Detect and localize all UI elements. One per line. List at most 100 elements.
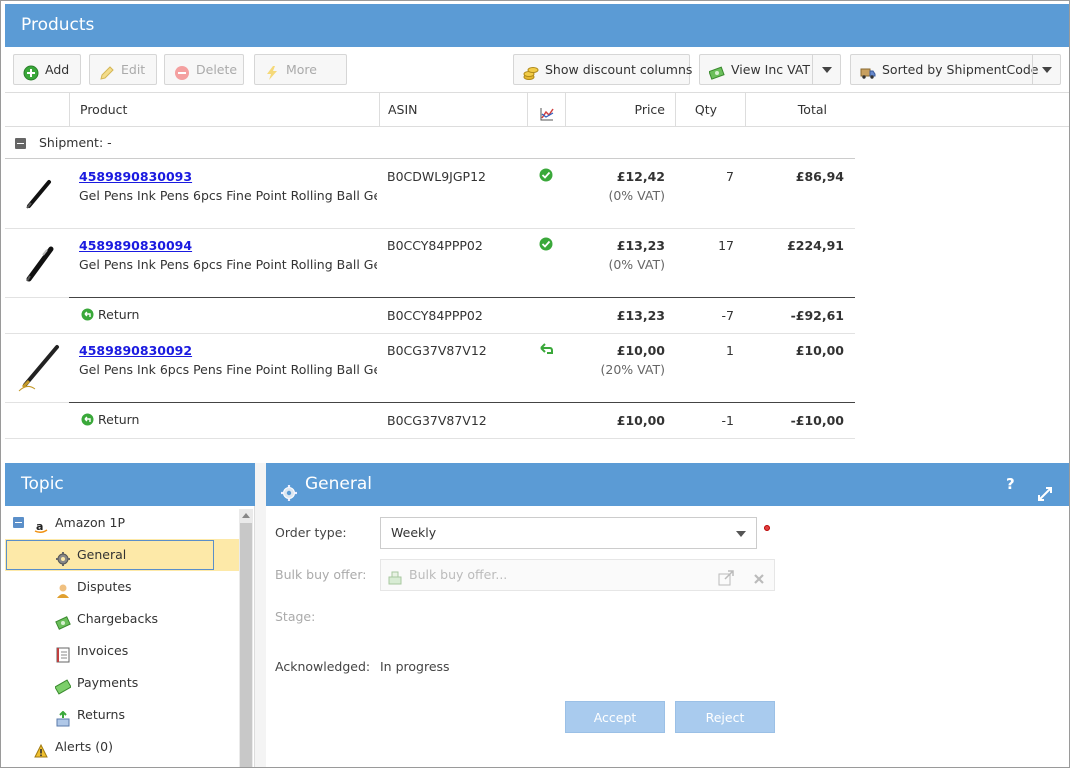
order-type-label: Order type:	[275, 525, 347, 540]
pencil-icon	[99, 62, 115, 80]
edit-button[interactable]: Edit	[89, 54, 157, 85]
banknote-icon	[54, 675, 72, 695]
clear-icon[interactable]	[752, 567, 766, 584]
coins-icon	[523, 62, 539, 80]
lightning-icon	[264, 62, 280, 80]
qty-value: -7	[721, 308, 734, 323]
returns-icon	[55, 707, 71, 727]
products-toolbar: Add Edit Delete More Show discount colum…	[5, 47, 1069, 93]
asin-value: B0CDWL9JGP12	[387, 169, 486, 184]
invoice-icon	[55, 643, 71, 663]
view-vat-button[interactable]: View Inc VAT	[699, 54, 841, 85]
qty-value: 1	[726, 343, 734, 358]
order-type-value: Weekly	[391, 525, 437, 540]
return-label: Return	[98, 412, 140, 427]
general-title: General	[305, 474, 372, 494]
order-type-select[interactable]: Weekly	[380, 517, 757, 549]
column-price[interactable]: Price	[565, 93, 675, 127]
products-table: Product ASIN Price Qty Total Shipment: -…	[5, 93, 1069, 439]
accept-button[interactable]: Accept	[565, 701, 665, 733]
product-code-link[interactable]: 4589890830094	[79, 238, 192, 253]
product-description: Gel Pens Ink Pens 6pcs Fine Point Rollin…	[79, 188, 377, 203]
table-header: Product ASIN Price Qty Total	[5, 93, 1069, 127]
open-external-icon[interactable]	[718, 567, 734, 586]
return-status-icon	[539, 342, 553, 359]
return-row[interactable]: Return B0CCY84PPP02 £13,23 -7 -£92,61	[5, 297, 855, 334]
product-description: Gel Pens Ink Pens 6pcs Fine Point Rollin…	[79, 257, 377, 272]
more-label: More	[286, 62, 317, 77]
chart-icon	[539, 101, 555, 121]
show-discount-columns-button[interactable]: Show discount columns	[513, 54, 693, 85]
add-button[interactable]: Add	[13, 54, 81, 85]
table-row[interactable]: 4589890830092 Gel Pens Ink 6pcs Pens Fin…	[5, 334, 855, 403]
total-value: £86,94	[795, 169, 844, 184]
show-discount-label: Show discount columns	[545, 62, 693, 77]
total-value: -£10,00	[790, 413, 844, 428]
tree-item-label: General	[77, 547, 127, 562]
tree-item-chargebacks[interactable]: Chargebacks	[55, 603, 235, 635]
qty-value: 7	[726, 169, 734, 184]
topic-panel-header: Topic	[5, 463, 255, 506]
collapse-node-icon[interactable]	[13, 517, 24, 528]
general-panel-header: General ?	[266, 463, 1069, 506]
expand-icon[interactable]	[1037, 476, 1053, 501]
money-icon	[708, 62, 725, 80]
sort-button[interactable]: Sorted by ShipmentCode	[850, 54, 1061, 85]
panel-splitter[interactable]	[255, 463, 266, 767]
tree-item-label: Chargebacks	[77, 611, 159, 626]
scroll-up-icon[interactable]	[242, 513, 250, 518]
tree-item-label: Disputes	[77, 579, 132, 594]
delete-icon	[174, 62, 190, 80]
column-product[interactable]: Product	[69, 93, 379, 127]
products-title: Products	[21, 15, 95, 35]
asin-value: B0CG37V87V12	[387, 413, 487, 428]
check-icon	[539, 237, 553, 254]
product-code-link[interactable]: 4589890830092	[79, 343, 192, 358]
money-icon	[55, 611, 71, 630]
tree-item-general[interactable]: General	[55, 539, 235, 571]
tree-item-label: Alerts (0)	[55, 739, 113, 754]
table-row[interactable]: 4589890830093 Gel Pens Ink Pens 6pcs Fin…	[5, 160, 855, 229]
tree-item-disputes[interactable]: Disputes	[55, 571, 235, 603]
table-row[interactable]: 4589890830094 Gel Pens Ink Pens 6pcs Fin…	[5, 229, 855, 298]
collapse-icon[interactable]	[15, 138, 26, 149]
column-qty[interactable]: Qty	[675, 93, 745, 127]
group-label: Shipment: -	[39, 135, 112, 150]
tree-node-amazon-1p[interactable]: a Amazon 1P	[13, 507, 233, 539]
bulk-buy-input[interactable]: Bulk buy offer...	[380, 559, 775, 591]
column-asin[interactable]: ASIN	[379, 93, 527, 127]
product-thumbnail	[23, 243, 57, 286]
column-total[interactable]: Total	[745, 93, 855, 127]
sort-dropdown-icon[interactable]	[1032, 55, 1060, 84]
tree-item-alerts[interactable]: Alerts (0)	[33, 731, 233, 763]
gear-icon	[280, 476, 298, 501]
view-vat-dropdown-icon[interactable]	[812, 55, 840, 84]
reject-button[interactable]: Reject	[675, 701, 775, 733]
user-icon	[55, 579, 71, 598]
bulk-buy-icon	[387, 567, 403, 585]
tree-item-payments[interactable]: Payments	[54, 667, 235, 699]
truck-icon	[860, 62, 876, 79]
topic-scrollbar[interactable]	[239, 509, 253, 767]
price-value: £10,00	[616, 343, 665, 358]
edit-label: Edit	[121, 62, 146, 77]
row-separator	[69, 297, 855, 298]
return-row[interactable]: Return B0CG37V87V12 £10,00 -1 -£10,00	[5, 402, 855, 439]
scrollbar-thumb[interactable]	[240, 523, 252, 767]
row-separator	[69, 402, 855, 403]
acknowledged-value: In progress	[380, 659, 450, 674]
return-icon	[81, 413, 94, 429]
product-code-link[interactable]: 4589890830093	[79, 169, 192, 184]
shipment-group-row[interactable]: Shipment: -	[5, 127, 855, 159]
delete-button[interactable]: Delete	[164, 54, 244, 85]
tree-item-returns[interactable]: Returns	[55, 699, 235, 731]
delete-label: Delete	[196, 62, 238, 77]
sort-label: Sorted by ShipmentCode	[882, 62, 1039, 77]
alert-icon	[33, 739, 49, 758]
help-icon[interactable]: ?	[1006, 463, 1015, 506]
tree-item-label: Invoices	[77, 643, 129, 658]
more-button[interactable]: More	[254, 54, 347, 85]
column-status[interactable]	[527, 93, 565, 127]
vat-value: (0% VAT)	[608, 188, 665, 203]
tree-item-invoices[interactable]: Invoices	[55, 635, 235, 667]
